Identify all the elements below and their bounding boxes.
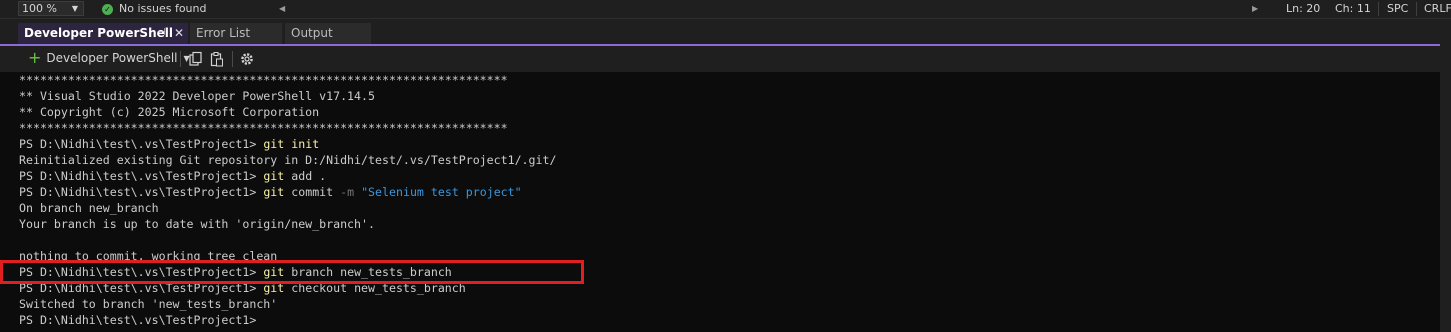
command-line: PS D:\Nidhi\test\.vs\TestProject1> git i… xyxy=(19,136,319,152)
divider xyxy=(180,51,181,67)
output-line: Switched to branch 'new_tests_branch' xyxy=(19,297,278,311)
banner-title: ** Visual Studio 2022 Developer PowerShe… xyxy=(19,89,375,103)
line-indicator[interactable]: Ln: 20 xyxy=(1286,0,1320,18)
command-string: "Selenium test project" xyxy=(361,185,522,199)
tab-label: Output xyxy=(291,26,333,40)
command-args: add . xyxy=(291,169,327,183)
command-args: init xyxy=(291,137,320,151)
zoom-value: 100 % xyxy=(22,2,57,15)
prompt: PS D:\Nidhi\test\.vs\TestProject1> xyxy=(19,169,257,183)
tool-window-tab-bar: Developer PowerShell ⊣ ✕ Error List Outp… xyxy=(0,19,1451,46)
scroll-left-icon[interactable]: ◀ xyxy=(279,0,285,18)
copy-icon[interactable] xyxy=(188,51,204,67)
pin-icon[interactable]: ⊣ xyxy=(157,23,166,43)
plus-icon: + xyxy=(28,48,42,67)
column-indicator[interactable]: Ch: 11 xyxy=(1335,0,1371,18)
command-flag: -m xyxy=(340,185,355,199)
whitespace-indicator[interactable]: SPC xyxy=(1387,0,1408,18)
issues-label: No issues found xyxy=(119,2,207,15)
new-terminal-button[interactable]: + Developer PowerShell ▼ xyxy=(28,50,190,66)
tab-developer-powershell[interactable]: Developer PowerShell ⊣ ✕ xyxy=(18,23,188,44)
command-line: PS D:\Nidhi\test\.vs\TestProject1> git c… xyxy=(19,184,522,200)
prompt: PS D:\Nidhi\test\.vs\TestProject1> xyxy=(19,137,257,151)
tab-error-list[interactable]: Error List xyxy=(190,23,282,44)
prompt: PS D:\Nidhi\test\.vs\TestProject1> xyxy=(19,313,257,327)
divider xyxy=(1416,2,1417,16)
banner-border: ****************************************… xyxy=(19,121,508,135)
prompt: PS D:\Nidhi\test\.vs\TestProject1> xyxy=(19,185,257,199)
banner-copyright: ** Copyright (c) 2025 Microsoft Corporat… xyxy=(19,105,320,119)
line-ending-indicator[interactable]: CRLF xyxy=(1424,0,1451,18)
command-git: git xyxy=(263,169,285,183)
terminal-toolbar: + Developer PowerShell ▼ xyxy=(0,46,1451,72)
terminal-output[interactable]: ****************************************… xyxy=(0,72,1440,332)
check-circle-icon: ✓ xyxy=(102,3,113,15)
command-git: git xyxy=(263,137,285,151)
status-bar: 100 % ▼ ✓ No issues found ◀ ▶ Ln: 20 Ch:… xyxy=(0,0,1451,19)
command-git: git xyxy=(263,185,285,199)
tab-output[interactable]: Output xyxy=(285,23,371,44)
command-line: PS D:\Nidhi\test\.vs\TestProject1> git a… xyxy=(19,168,326,184)
zoom-dropdown[interactable]: 100 % ▼ xyxy=(18,1,84,16)
output-line: Reinitialized existing Git repository in… xyxy=(19,153,557,167)
divider xyxy=(1378,2,1379,16)
issues-indicator[interactable]: ✓ No issues found xyxy=(102,0,206,18)
output-line: On branch new_branch xyxy=(19,201,159,215)
close-icon[interactable]: ✕ xyxy=(174,23,184,43)
gear-icon[interactable] xyxy=(239,51,255,67)
vertical-scrollbar[interactable] xyxy=(1440,44,1451,332)
highlight-box xyxy=(0,260,584,284)
command-verb: commit xyxy=(291,185,334,199)
output-line: Your branch is up to date with 'origin/n… xyxy=(19,217,375,231)
banner-border: ****************************************… xyxy=(19,73,508,87)
scroll-right-icon[interactable]: ▶ xyxy=(1252,0,1258,18)
new-terminal-label: Developer PowerShell xyxy=(46,51,178,65)
tab-label: Developer PowerShell xyxy=(24,26,173,40)
tab-label: Error List xyxy=(196,26,251,40)
command-line: PS D:\Nidhi\test\.vs\TestProject1> xyxy=(19,312,256,328)
paste-icon[interactable] xyxy=(209,51,225,67)
divider xyxy=(232,51,233,67)
chevron-down-icon: ▼ xyxy=(71,4,78,13)
